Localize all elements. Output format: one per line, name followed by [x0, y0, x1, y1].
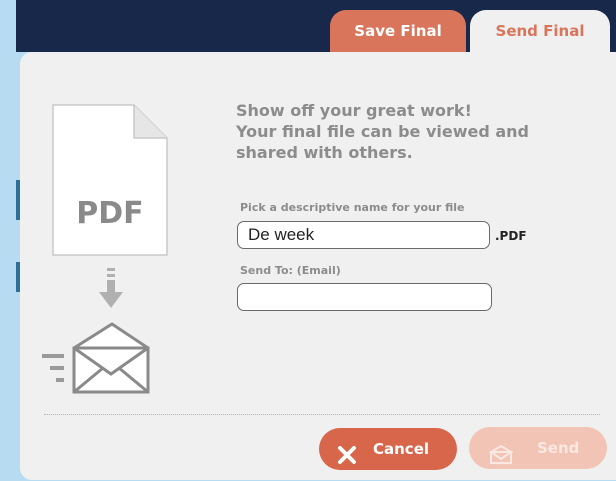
- file-extension-label: .PDF: [495, 229, 527, 243]
- send-button-label: Send: [537, 439, 580, 457]
- tab-save-final[interactable]: Save Final: [330, 10, 466, 52]
- email-label: Send To: (Email): [240, 264, 341, 277]
- pdf-label: PDF: [76, 196, 144, 231]
- file-name-input[interactable]: De week: [237, 221, 490, 249]
- envelope-icon: [40, 320, 150, 394]
- divider: [44, 414, 600, 415]
- headline-line-3: shared with others.: [236, 143, 413, 162]
- file-name-label: Pick a descriptive name for your file: [240, 201, 465, 214]
- headline-line-2: Your final file can be viewed and: [236, 122, 530, 141]
- envelope-small-icon: [487, 438, 515, 464]
- close-icon: [337, 439, 357, 464]
- cancel-button[interactable]: Cancel: [319, 428, 457, 470]
- tab-send-final[interactable]: Send Final: [470, 10, 610, 52]
- send-button[interactable]: Send: [469, 427, 607, 469]
- headline-text: Show off your great work! Your final fil…: [236, 100, 576, 163]
- headline-line-1: Show off your great work!: [236, 101, 472, 120]
- email-input[interactable]: [237, 283, 492, 311]
- pdf-document-icon: PDF: [52, 104, 168, 256]
- arrow-down-icon: [98, 268, 124, 310]
- cancel-button-label: Cancel: [373, 440, 430, 458]
